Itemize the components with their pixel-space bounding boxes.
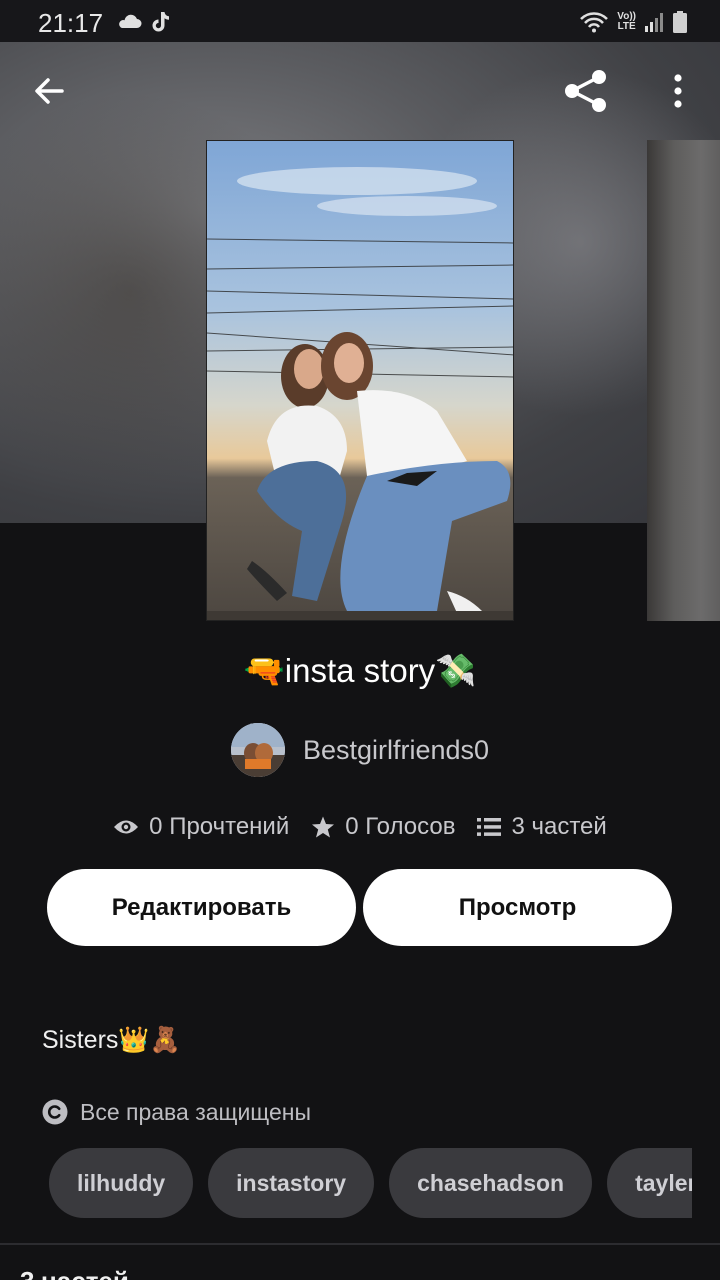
- signal-icon: [645, 13, 663, 32]
- tag-chip[interactable]: lilhuddy: [49, 1148, 194, 1218]
- author-name[interactable]: Bestgirlfriends0: [303, 735, 489, 766]
- story-cover-image[interactable]: [206, 140, 514, 621]
- title-emoji-left: 🔫: [243, 652, 285, 689]
- author-row[interactable]: Bestgirlfriends0: [0, 722, 720, 778]
- tag-chip[interactable]: instastory: [208, 1148, 375, 1218]
- copyright-text: Все права защищены: [80, 1098, 311, 1125]
- copyright-icon: [42, 1099, 68, 1125]
- share-icon[interactable]: [562, 68, 610, 114]
- avatar-image: [230, 723, 285, 777]
- more-vertical-icon[interactable]: [664, 72, 692, 110]
- wifi-icon: [580, 12, 609, 33]
- preview-button[interactable]: Просмотр: [363, 869, 672, 946]
- tag-chip[interactable]: taylerholder: [607, 1148, 692, 1218]
- parts-count: 3 частей: [511, 813, 607, 840]
- edit-button[interactable]: Редактировать: [47, 869, 356, 946]
- title-emoji-right: 💸: [435, 652, 477, 689]
- eye-icon: [114, 820, 139, 834]
- copyright-row: Все права защищены: [42, 1095, 311, 1129]
- status-bar: 21:17 Vo)) LTE: [0, 0, 720, 42]
- tags-row: lilhuddyinstastorychasehadsontaylerholde…: [49, 1148, 692, 1218]
- status-time: 21:17: [38, 8, 104, 38]
- story-title-text: insta story: [284, 652, 436, 689]
- list-icon: [477, 818, 502, 836]
- tiktok-icon: [152, 12, 169, 32]
- reads-count: 0 Прочтений: [149, 813, 290, 840]
- cloud-icon: [119, 14, 142, 28]
- volte-indicator: Vo)) LTE: [617, 12, 636, 32]
- status-indicators: Vo)) LTE: [579, 9, 688, 35]
- network-type-label: LTE: [617, 21, 636, 32]
- battery-icon: [673, 11, 687, 33]
- parts-stat: 3 частей: [477, 813, 607, 841]
- section-divider: [0, 1243, 720, 1245]
- next-story-cover[interactable]: [647, 140, 720, 621]
- votes-count: 0 Голосов: [345, 813, 456, 840]
- avatar[interactable]: [230, 723, 285, 777]
- cover-photo: [207, 141, 513, 620]
- story-title: 🔫insta story💸: [0, 652, 720, 691]
- story-description: Sisters👑🧸: [42, 1026, 181, 1054]
- back-arrow-icon[interactable]: [30, 72, 68, 110]
- votes-stat: 0 Голосов: [311, 813, 455, 841]
- tags-carousel[interactable]: lilhuddyinstastorychasehadsontaylerholde…: [49, 1148, 692, 1218]
- star-icon: [312, 816, 335, 838]
- reads-stat: 0 Прочтений: [113, 813, 289, 841]
- story-stats: 0 Прочтений 0 Голосов 3 частей: [0, 810, 720, 844]
- parts-heading: 3 частей: [20, 1266, 129, 1280]
- tag-chip[interactable]: chasehadson: [389, 1148, 593, 1218]
